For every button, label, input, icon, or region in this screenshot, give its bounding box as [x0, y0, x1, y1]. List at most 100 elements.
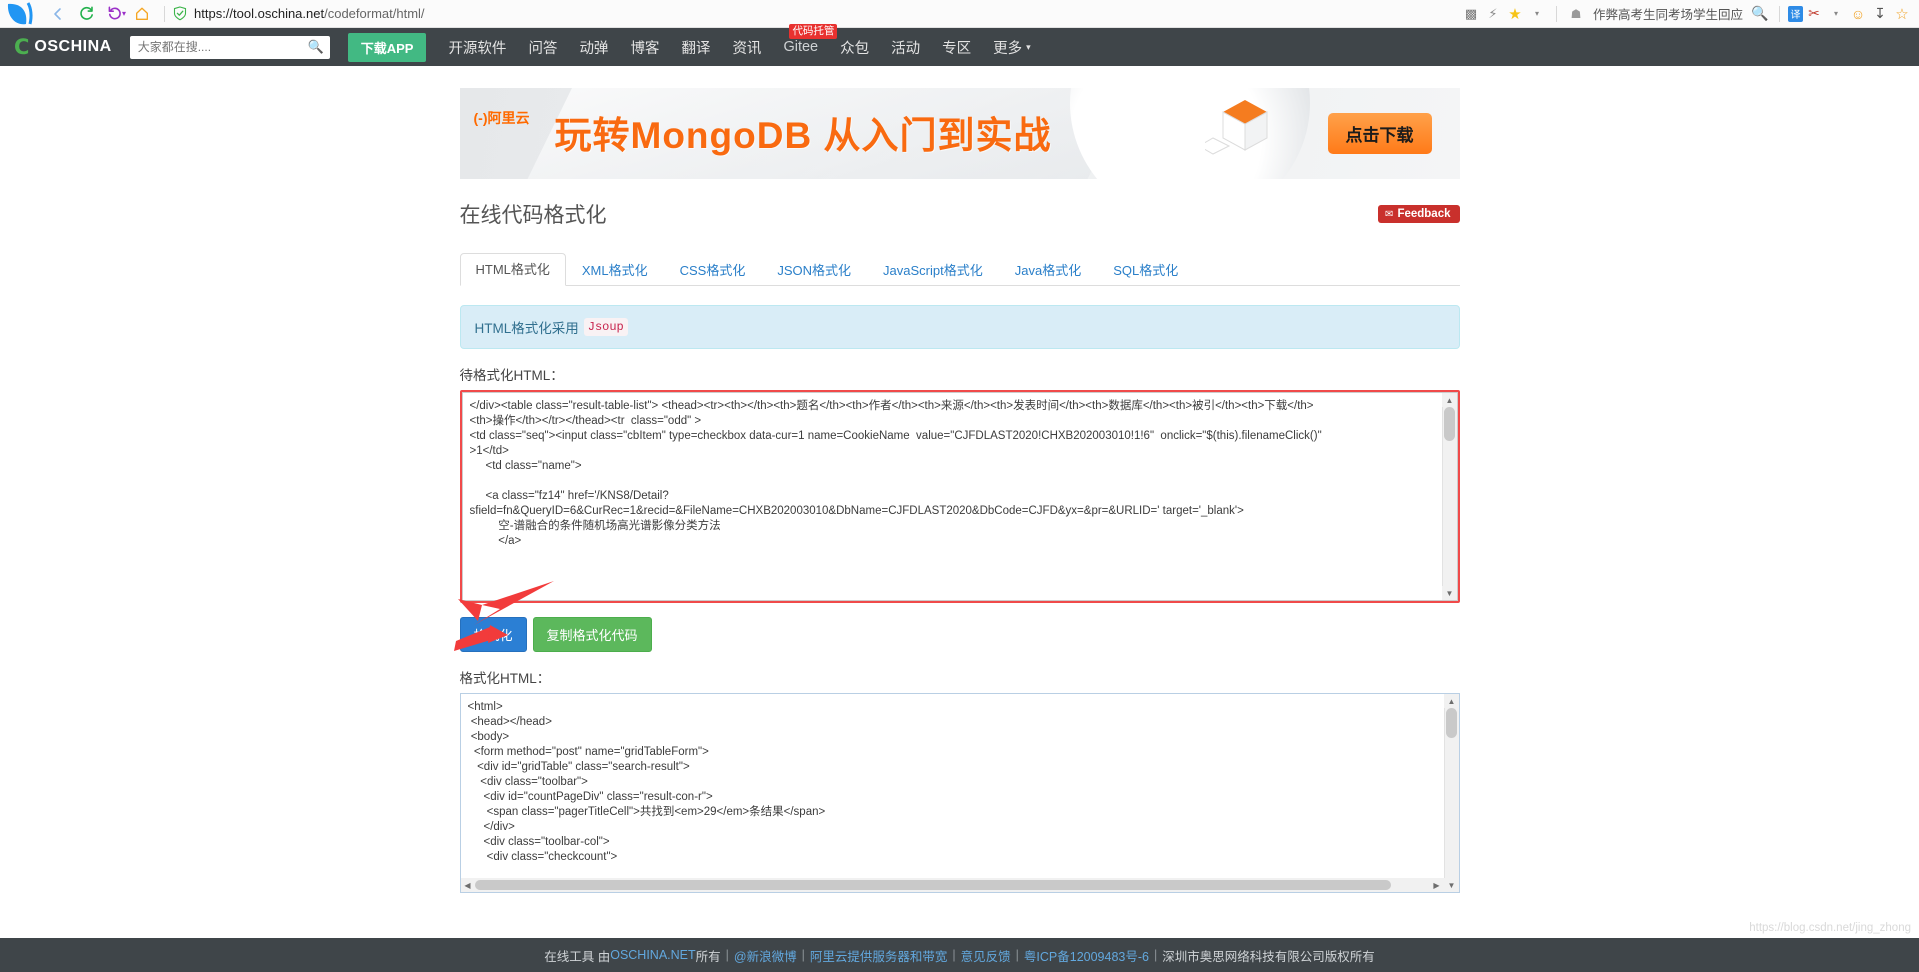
nav-gitee[interactable]: Gitee 代码托管: [783, 24, 838, 55]
footer-link-oschina[interactable]: OSCHINA.NET: [610, 948, 695, 962]
url-path: /codeformat/html/: [324, 6, 425, 21]
nav-opensource[interactable]: 开源软件: [448, 37, 506, 58]
url-host: https://tool.oschina.net: [194, 6, 325, 21]
download-app-button[interactable]: 下载APP: [347, 32, 427, 62]
output-label: 格式化HTML：: [459, 671, 551, 686]
feedback-button[interactable]: ✉ Feedback: [1378, 205, 1460, 223]
nav-gitee-label: Gitee: [783, 39, 819, 55]
nav-zone[interactable]: 专区: [942, 37, 971, 58]
footer-link-weibo[interactable]: @新浪微博: [734, 946, 797, 965]
bookmark-star-icon[interactable]: ☆: [1891, 3, 1913, 25]
banner-boxes-illustration: [1197, 94, 1285, 174]
input-textarea[interactable]: </div><table class="result-table-list"> …: [461, 392, 1458, 601]
home-button[interactable]: [128, 2, 156, 26]
site-brand-name: OSCHINA: [34, 38, 112, 55]
history-caret-icon[interactable]: ▾: [122, 9, 126, 18]
back-button[interactable]: [44, 2, 72, 26]
info-alert-text: HTML格式化采用: [474, 321, 579, 336]
input-vertical-scrollbar[interactable]: ▲ ▼: [1441, 393, 1457, 600]
info-alert-code: Jsoup: [583, 318, 628, 336]
scroll-thumb[interactable]: [1444, 407, 1455, 441]
page-title: 在线代码格式化: [459, 204, 607, 227]
copy-formatted-code-button[interactable]: 复制格式化代码: [532, 617, 652, 652]
title-row: 在线代码格式化 ✉ Feedback: [460, 197, 1460, 231]
tab-sql[interactable]: SQL格式化: [1097, 254, 1194, 286]
address-bar[interactable]: https://tool.oschina.net/codeformat/html…: [173, 6, 425, 21]
nav-blog[interactable]: 博客: [630, 37, 659, 58]
tab-html[interactable]: HTML格式化: [459, 253, 566, 286]
output-vertical-scrollbar[interactable]: ▲ ▼: [1443, 694, 1459, 892]
scroll-track[interactable]: [1444, 708, 1459, 878]
input-textarea-wrapper: </div><table class="result-table-list"> …: [459, 390, 1460, 603]
news-ticker-text[interactable]: 作弊高考生同考场学生回应: [1593, 4, 1743, 23]
scroll-thumb-h[interactable]: [474, 880, 1392, 890]
incognito-icon[interactable]: ☗: [1565, 3, 1587, 25]
search-input[interactable]: [135, 39, 308, 55]
shield-icon: [173, 6, 187, 21]
search-icon[interactable]: 🔍: [308, 39, 324, 55]
footer-link-aliyun[interactable]: 阿里云提供服务器和带宽: [810, 946, 948, 965]
action-buttons: 格式化 复制格式化代码: [453, 581, 1460, 652]
download-icon[interactable]: ↧: [1869, 3, 1891, 25]
site-logo[interactable]: C OSCHINA: [14, 34, 112, 59]
toolbar-divider-3: [1779, 5, 1780, 22]
site-search[interactable]: 🔍: [129, 35, 330, 59]
footer-link-feedback[interactable]: 意见反馈: [961, 946, 1011, 965]
feedback-label: Feedback: [1397, 208, 1451, 220]
scroll-down-icon[interactable]: ▼: [1444, 878, 1459, 892]
footer-company: 深圳市奥思网络科技有限公司版权所有: [1162, 949, 1375, 964]
url-text: https://tool.oschina.net/codeformat/html…: [194, 6, 425, 21]
banner-download-button[interactable]: 点击下载: [1327, 113, 1432, 154]
footer-link-icp[interactable]: 粤ICP备12009483号-6: [1024, 946, 1149, 965]
nav-translate[interactable]: 翻译: [681, 37, 710, 58]
tab-xml[interactable]: XML格式化: [566, 254, 664, 286]
lightning-icon[interactable]: ⚡: [1482, 3, 1504, 25]
nav-more[interactable]: 更多 ▾: [993, 37, 1031, 58]
nav-crowdsourcing[interactable]: 众包: [840, 37, 869, 58]
output-horizontal-scrollbar[interactable]: ◀ ▶: [460, 878, 1444, 892]
favorite-star-icon[interactable]: ★: [1504, 3, 1526, 25]
nav-tweet[interactable]: 动弹: [579, 37, 608, 58]
site-footer: 在线工具 由 OSCHINA.NET 所有 | @新浪微博 | 阿里云提供服务器…: [0, 938, 1919, 972]
footer-sep-3: |: [952, 948, 956, 962]
scroll-up-icon[interactable]: ▲: [1444, 694, 1459, 708]
footer-sep-2: |: [801, 948, 805, 962]
watermark-text: https://blog.csdn.net/jing_zhong: [1749, 922, 1911, 934]
tab-java[interactable]: Java格式化: [999, 254, 1097, 286]
main-nav: 开源软件 问答 动弹 博客 翻译 资讯 Gitee 代码托管 众包 活动 专区 …: [448, 24, 1031, 58]
footer-after-oschina: 所有: [695, 949, 721, 964]
advertisement-banner[interactable]: (-)阿里云 玩转MongoDB 从入门到实战 点击下载: [459, 88, 1460, 179]
nav-qa[interactable]: 问答: [528, 37, 557, 58]
aliyun-logo: (-)阿里云: [473, 110, 530, 126]
content-container: (-)阿里云 玩转MongoDB 从入门到实战 点击下载 在线代码格式化 ✉ F…: [453, 66, 1460, 893]
scroll-down-icon[interactable]: ▼: [1442, 586, 1457, 600]
tab-json[interactable]: JSON格式化: [761, 254, 867, 286]
footer-sep-1: |: [725, 948, 729, 962]
scroll-track-h[interactable]: [474, 878, 1430, 892]
tab-javascript[interactable]: JavaScript格式化: [867, 254, 999, 286]
browser-logo-icon: [6, 1, 40, 26]
scroll-right-icon[interactable]: ▶: [1430, 878, 1444, 892]
scroll-thumb[interactable]: [1446, 708, 1457, 738]
chevron-down-icon[interactable]: ▾: [1526, 3, 1548, 25]
scroll-track[interactable]: [1442, 407, 1457, 586]
nav-events[interactable]: 活动: [891, 37, 920, 58]
input-label: 待格式化HTML：: [459, 368, 564, 383]
search-icon[interactable]: 🔍: [1749, 3, 1771, 25]
nav-news[interactable]: 资讯: [732, 37, 761, 58]
scissors-caret-icon[interactable]: ▾: [1825, 3, 1847, 25]
output-textarea[interactable]: <html> <head></head> <body> <form method…: [459, 693, 1460, 893]
oschina-mark-icon: C: [14, 34, 30, 59]
translate-icon[interactable]: 译: [1788, 5, 1803, 22]
smiley-icon[interactable]: ☺: [1847, 3, 1869, 25]
scroll-left-icon[interactable]: ◀: [461, 878, 475, 892]
nav-more-label: 更多: [993, 40, 1023, 57]
reload-button[interactable]: [72, 2, 100, 26]
format-button[interactable]: 格式化: [459, 617, 527, 652]
tab-css[interactable]: CSS格式化: [664, 254, 762, 286]
scissors-icon[interactable]: ✂: [1803, 3, 1825, 25]
envelope-icon: ✉: [1385, 208, 1394, 220]
info-alert: HTML格式化采用 Jsoup: [459, 305, 1460, 349]
qr-code-icon[interactable]: ▩: [1460, 3, 1482, 25]
scroll-up-icon[interactable]: ▲: [1442, 393, 1457, 407]
